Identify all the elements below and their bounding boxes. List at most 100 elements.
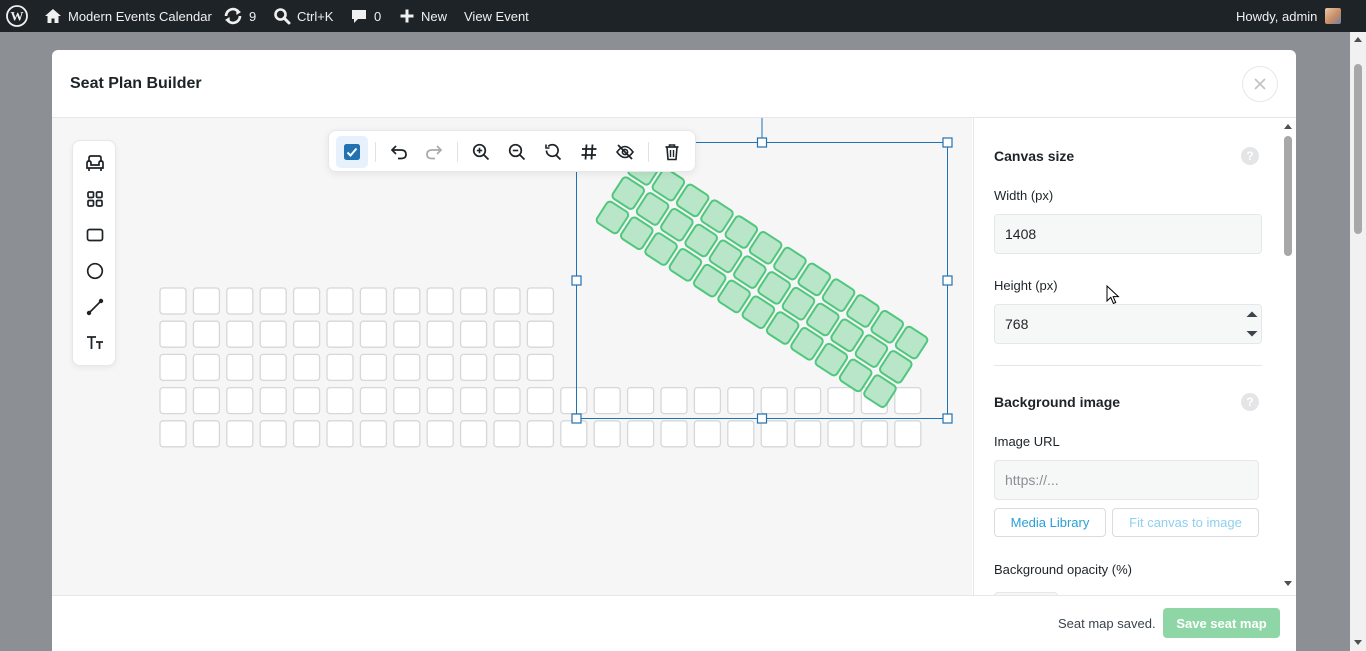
seat[interactable] [760,386,788,415]
resize-handle[interactable] [756,137,768,148]
seat[interactable] [793,420,822,448]
circle-tool[interactable] [83,259,107,283]
scroll-up-arrow[interactable] [1354,37,1362,42]
close-button[interactable] [1242,66,1278,102]
seat[interactable] [292,420,321,448]
seat[interactable] [159,353,187,382]
comments-link[interactable]: 0 [350,0,381,32]
width-input[interactable]: 1408 [994,214,1262,254]
seat[interactable] [259,420,287,448]
seat[interactable] [593,420,621,448]
seat[interactable] [660,420,688,448]
seat[interactable] [292,320,321,348]
updates-link[interactable]: 9 [223,0,256,32]
selected-seat-block[interactable] [595,152,929,409]
account-menu[interactable]: Howdy, admin [1236,0,1342,32]
panel-scroll-thumb[interactable] [1284,136,1292,256]
line-tool[interactable] [83,295,107,319]
seat[interactable] [526,287,555,315]
media-library-button[interactable]: Media Library [994,508,1106,537]
zoom-out-button[interactable] [501,136,533,168]
seat[interactable] [326,320,354,348]
seat[interactable] [192,386,221,415]
panel-scroll-up-arrow[interactable] [1284,124,1292,129]
resize-handle[interactable] [756,413,768,424]
text-tool[interactable] [83,331,107,355]
seat[interactable] [459,353,488,382]
seat[interactable] [560,386,588,415]
seat[interactable] [493,287,521,315]
seat[interactable] [393,386,421,415]
page-scroll-thumb[interactable] [1354,64,1362,234]
view-event-link[interactable]: View Event [464,0,529,32]
seat[interactable] [259,386,287,415]
seat[interactable] [560,420,588,448]
seat[interactable] [359,320,388,348]
seat[interactable] [192,353,221,382]
seat[interactable] [827,386,855,415]
seat[interactable] [693,420,722,448]
new-content-link[interactable]: New [399,0,447,32]
seat[interactable] [493,353,521,382]
seat[interactable] [226,420,254,448]
seat[interactable] [159,287,187,315]
seat[interactable] [459,386,488,415]
scroll-down-arrow[interactable] [1354,640,1362,645]
background-image-help-icon[interactable]: ? [1241,393,1259,411]
resize-handle[interactable] [571,275,582,286]
seat[interactable] [459,287,488,315]
delete-button[interactable] [656,136,688,168]
seat[interactable] [760,420,788,448]
site-name-link[interactable]: Modern Events Calendar [44,0,212,32]
image-url-input[interactable]: https://... [994,460,1259,500]
resize-handle[interactable] [571,413,582,424]
toggle-grid-button[interactable] [573,136,605,168]
seat[interactable] [493,320,521,348]
seat[interactable] [226,320,254,348]
seat[interactable] [226,353,254,382]
seat[interactable] [326,353,354,382]
seat[interactable] [526,420,555,448]
wordpress-logo-icon[interactable]: W [6,0,28,32]
seat[interactable] [426,287,454,315]
page-scrollbar[interactable] [1350,32,1366,651]
seat[interactable] [326,420,354,448]
redo-button[interactable] [418,136,450,168]
seat[interactable] [192,287,221,315]
seat[interactable] [526,353,555,382]
seat[interactable] [159,420,187,448]
seat[interactable] [660,386,688,415]
seat[interactable] [459,320,488,348]
seat[interactable] [626,386,655,415]
seat[interactable] [393,420,421,448]
seat[interactable] [693,386,722,415]
seat[interactable] [459,420,488,448]
panel-scroll-down-arrow[interactable] [1284,581,1292,586]
seat[interactable] [493,420,521,448]
seat[interactable] [426,420,454,448]
seat[interactable] [426,386,454,415]
height-input[interactable]: 768 [994,304,1262,344]
seat[interactable] [192,420,221,448]
seat[interactable] [727,420,755,448]
toggle-visibility-button[interactable] [609,136,641,168]
save-seat-map-button[interactable]: Save seat map [1163,608,1280,638]
seat-tool[interactable] [83,151,107,175]
seat[interactable] [626,420,655,448]
seat[interactable] [393,353,421,382]
seat[interactable] [793,386,822,415]
seat[interactable] [292,287,321,315]
resize-handle[interactable] [942,275,953,286]
seat[interactable] [426,320,454,348]
zoom-in-button[interactable] [465,136,497,168]
seat[interactable] [526,320,555,348]
seat[interactable] [292,386,321,415]
resize-handle[interactable] [942,413,953,424]
seat[interactable] [426,353,454,382]
seat[interactable] [359,353,388,382]
number-spinner[interactable] [1243,305,1261,343]
seat[interactable] [593,386,621,415]
fit-canvas-button[interactable]: Fit canvas to image [1112,508,1259,537]
seat[interactable] [393,320,421,348]
canvas-size-help-icon[interactable]: ? [1241,147,1259,165]
